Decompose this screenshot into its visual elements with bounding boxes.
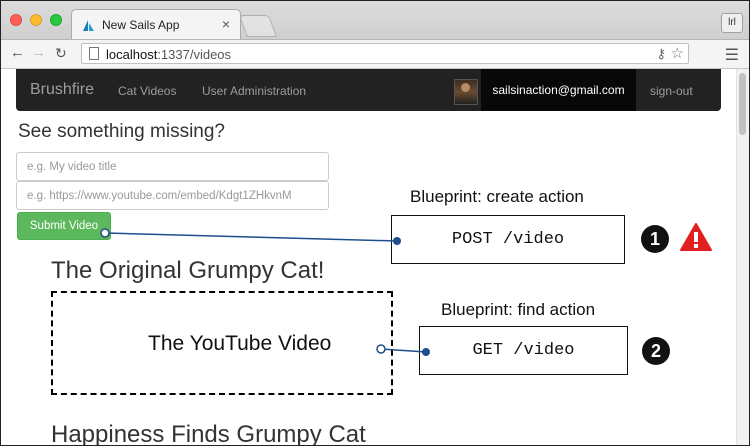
scrollbar-thumb[interactable] [739, 73, 746, 135]
forward-arrow-icon[interactable]: → [31, 44, 46, 61]
submit-video-button[interactable]: Submit Video [17, 212, 111, 240]
back-arrow-icon[interactable]: ← [10, 44, 25, 61]
nav-user-administration[interactable]: User Administration [202, 84, 306, 98]
tab-title: New Sails App [102, 18, 180, 32]
create-action-label: Blueprint: create action [410, 187, 584, 206]
video-embed-placeholder[interactable]: The YouTube Video [51, 291, 393, 395]
tab-bar: New Sails App × lrl [1, 1, 749, 40]
step-1-badge: 1 [641, 225, 669, 253]
tab-close-icon[interactable]: × [222, 16, 230, 32]
browser-toolbar: ← → ↻ localhost:1337/videos ⚷ ☆ ☰ [1, 40, 749, 69]
reload-icon[interactable]: ↻ [55, 45, 67, 62]
minimize-window-button[interactable] [30, 14, 42, 26]
find-action-label: Blueprint: find action [441, 300, 596, 319]
form-heading: See something missing? [18, 121, 225, 142]
user-email[interactable]: sailsinaction@gmail.com [481, 69, 636, 111]
video-embed-label: The YouTube Video [148, 332, 332, 355]
maximize-window-button[interactable] [50, 14, 62, 26]
profile-button[interactable]: lrl [721, 13, 743, 33]
close-window-button[interactable] [10, 14, 22, 26]
page-content: Brushfire Cat Videos User Administration… [1, 69, 737, 445]
video-src-input[interactable]: e.g. https://www.youtube.com/embed/Kdgt1… [16, 181, 329, 210]
browser-tab[interactable]: New Sails App × [71, 9, 241, 39]
brand-link[interactable]: Brushfire [30, 81, 94, 99]
browser-menu-icon[interactable]: ☰ [725, 45, 739, 65]
video-title: The Original Grumpy Cat! [51, 257, 325, 284]
url-path: :1337/videos [157, 47, 232, 62]
new-tab-button[interactable] [238, 15, 278, 37]
nav-cat-videos[interactable]: Cat Videos [118, 84, 176, 98]
step-2-badge: 2 [642, 337, 670, 365]
create-connector-line [104, 232, 398, 242]
page-icon [89, 47, 99, 60]
post-route-box: POST /video [391, 215, 625, 264]
address-bar[interactable]: localhost:1337/videos ⚷ ☆ [81, 43, 689, 64]
page-scrollbar[interactable] [736, 69, 749, 445]
sign-out-link[interactable]: sign-out [650, 84, 693, 98]
sails-logo-icon [83, 20, 94, 31]
url-host: localhost [106, 47, 158, 62]
user-avatar [454, 79, 478, 105]
warning-icon [680, 223, 712, 251]
video-title: Happiness Finds Grumpy Cat [51, 421, 366, 445]
browser-window: New Sails App × lrl ← → ↻ localhost:1337… [0, 0, 750, 446]
url-text: localhost:1337/videos [106, 47, 231, 62]
video-title-input[interactable]: e.g. My video title [16, 152, 329, 181]
bookmark-star-icon[interactable]: ☆ [671, 44, 684, 62]
site-navbar: Brushfire Cat Videos User Administration… [16, 69, 721, 111]
key-icon[interactable]: ⚷ [656, 46, 666, 62]
get-route-box: GET /video [419, 326, 628, 375]
